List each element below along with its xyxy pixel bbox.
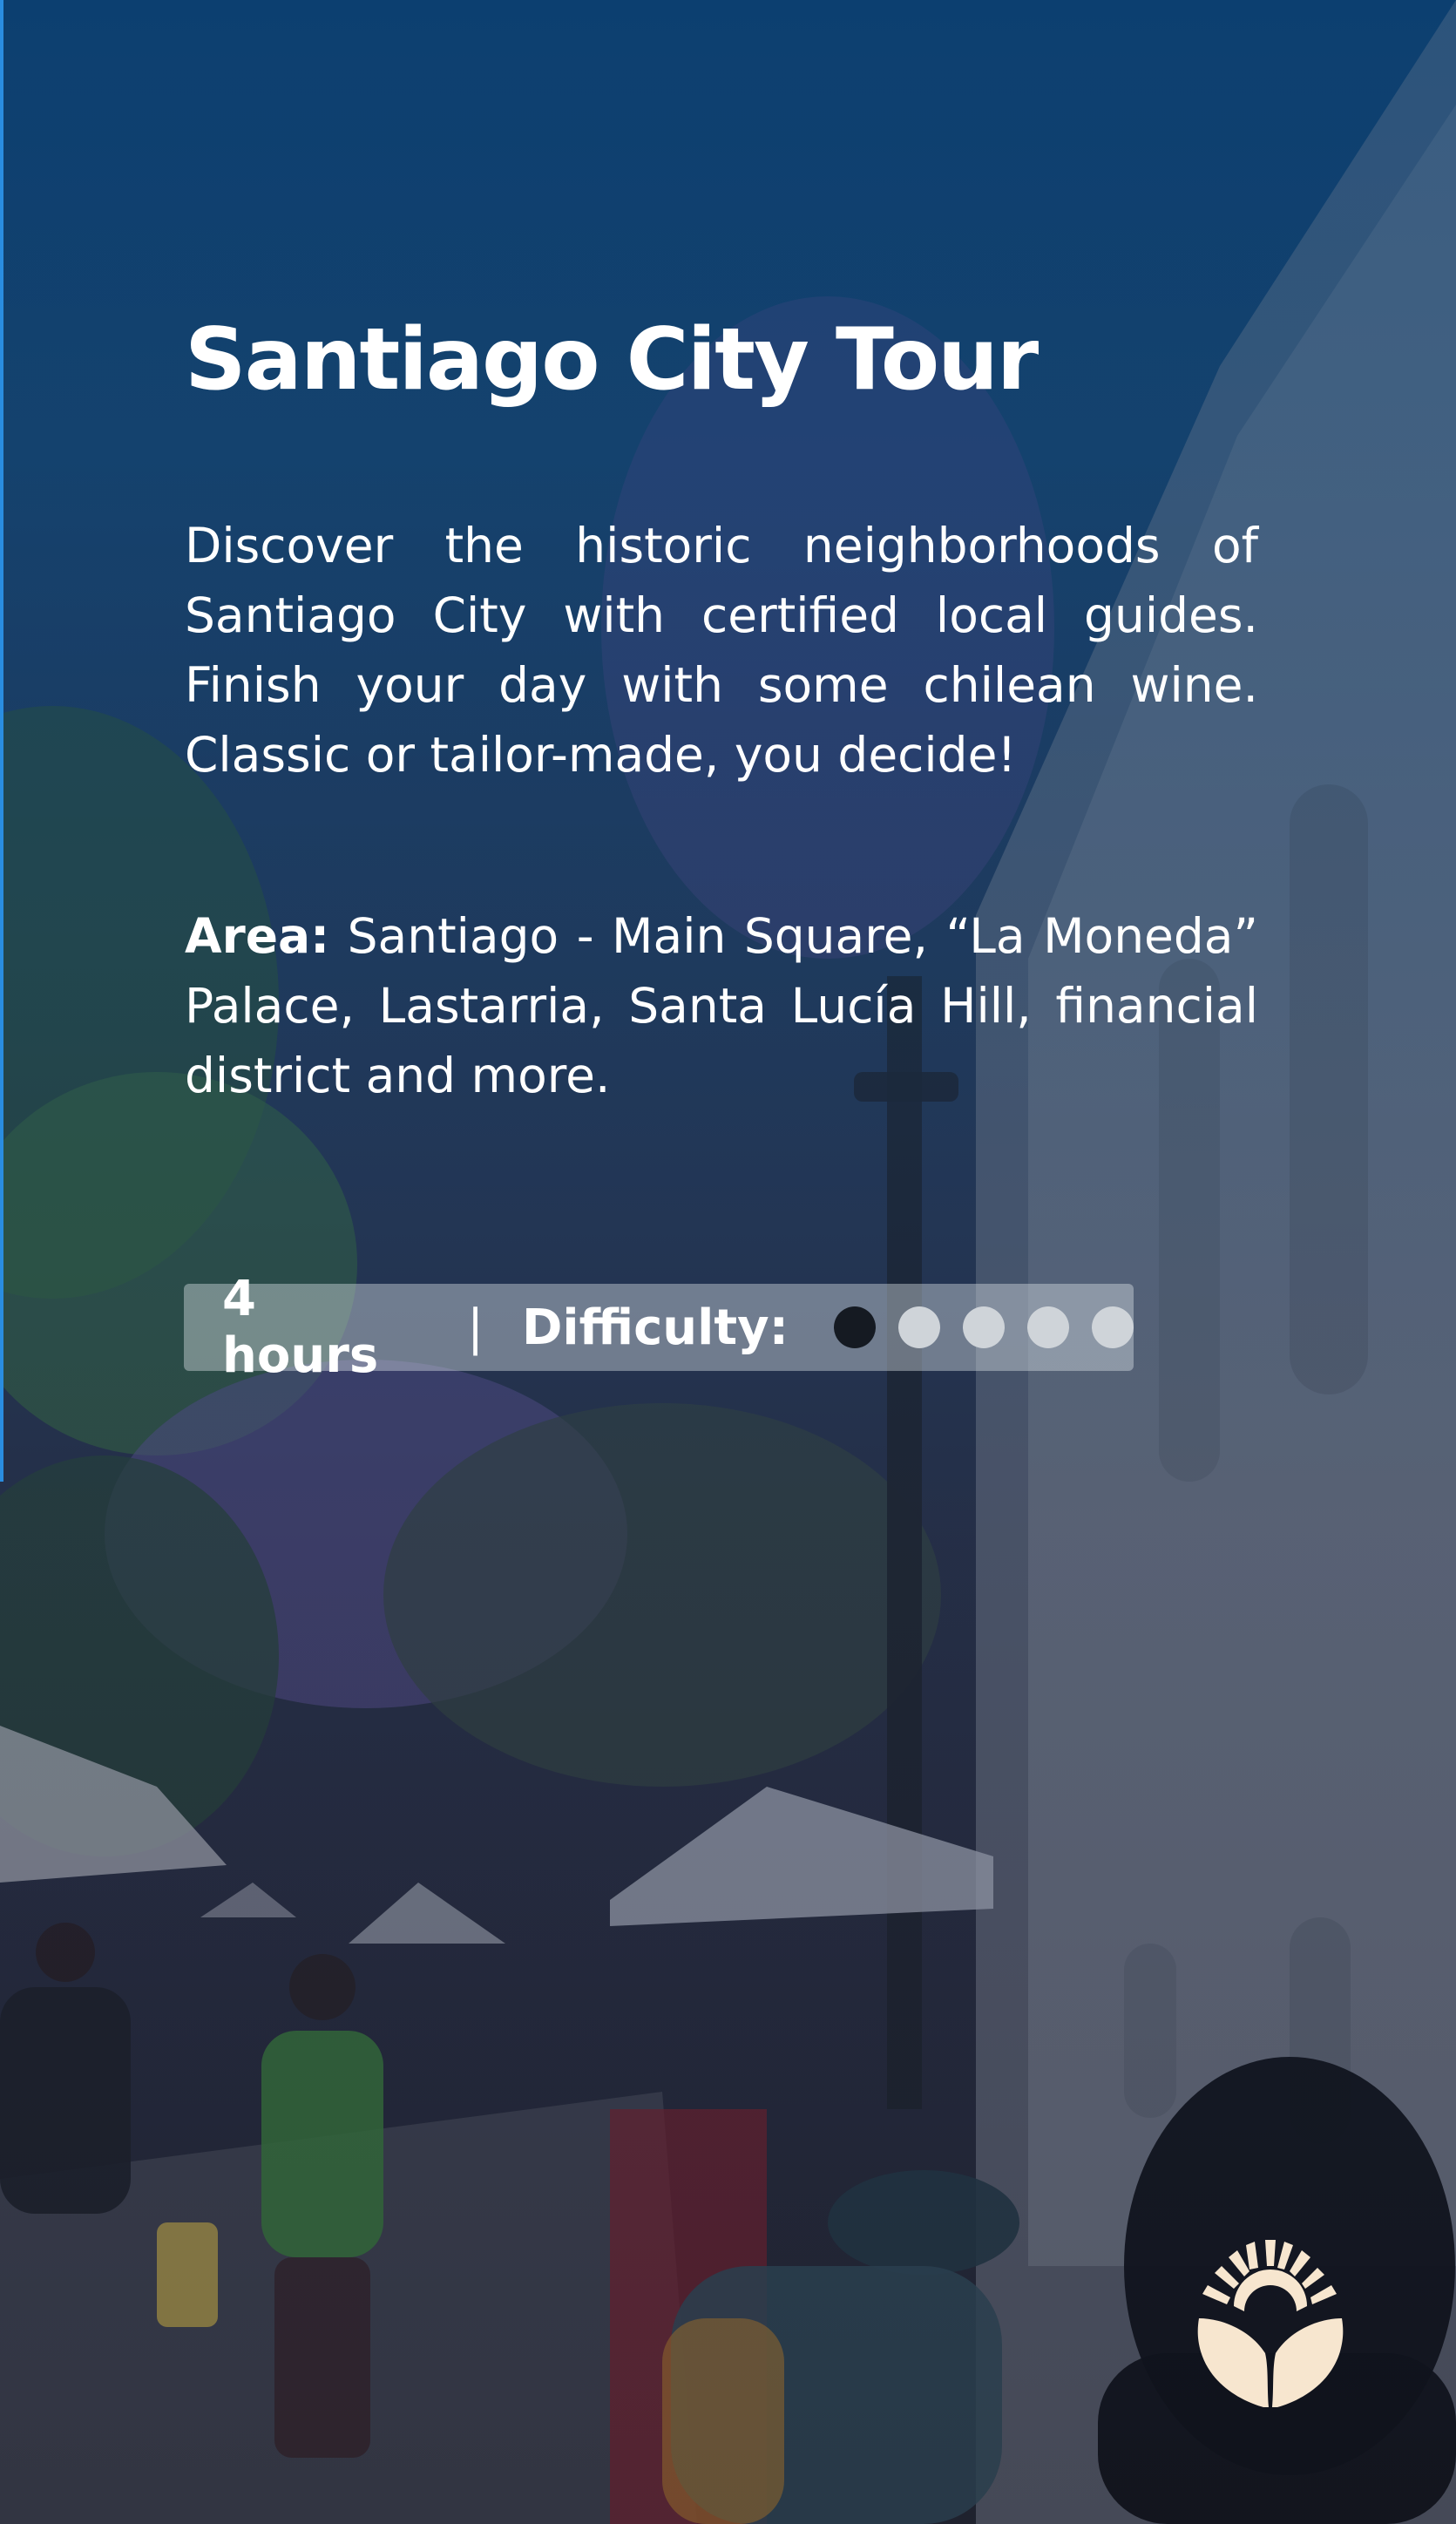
difficulty-label: Difficulty: (521, 1299, 789, 1356)
difficulty-dot-empty (963, 1306, 1005, 1348)
tour-area: Area: Santiago - Main Square, “La Moneda… (185, 901, 1258, 1110)
tour-details-bar: 4 hours | Difficulty: (184, 1271, 1134, 1384)
tour-title: Santiago City Tour (185, 310, 1039, 410)
difficulty-rating (834, 1306, 1134, 1348)
area-label: Area: (185, 907, 330, 964)
area-text: Santiago - Main Square, “La Moneda” Pala… (185, 907, 1258, 1103)
tour-description: Discover the historic neighborhoods of S… (185, 517, 1258, 783)
left-edge-stripe (0, 0, 3, 1482)
tour-poster: Santiago City Tour Discover the historic… (0, 0, 1456, 2524)
duration-label: 4 hours (222, 1271, 379, 1384)
difficulty-dot-empty (1092, 1306, 1134, 1348)
difficulty-dot-filled (834, 1306, 876, 1348)
difficulty-dot-empty (898, 1306, 940, 1348)
tour-info: Santiago City Tour Discover the historic… (185, 310, 1258, 1158)
separator: | (467, 1299, 484, 1356)
difficulty-dot-empty (1027, 1306, 1069, 1348)
sun-and-hands-logo-icon (1197, 2240, 1344, 2407)
